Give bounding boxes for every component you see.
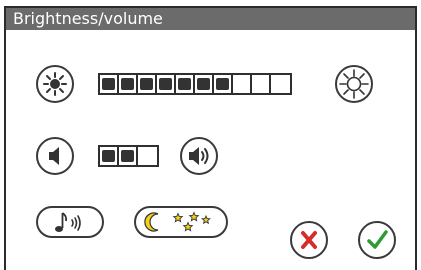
volume-segment-fill (102, 150, 115, 162)
volume-increase-button[interactable] (180, 137, 218, 175)
brightness-segment-fill (197, 78, 210, 90)
volume-segment-fill (121, 150, 134, 162)
brightness-segment[interactable] (252, 75, 271, 93)
brightness-segment-fill (102, 78, 115, 90)
brightness-segment[interactable] (176, 75, 195, 93)
brightness-segment-fill (140, 78, 153, 90)
night-mode-button[interactable] (134, 206, 228, 238)
volume-segment[interactable] (119, 147, 138, 165)
brightness-segment[interactable] (271, 75, 290, 93)
volume-segment[interactable] (100, 147, 119, 165)
brightness-decrease-button[interactable] (36, 65, 74, 103)
star-icon (182, 221, 194, 232)
volume-decrease-button[interactable] (36, 137, 74, 175)
brightness-segment-fill (121, 78, 134, 90)
brightness-segment-fill (216, 78, 229, 90)
sound-mode-button[interactable] (36, 206, 104, 238)
brightness-segment[interactable] (100, 75, 119, 93)
brightness-segment[interactable] (138, 75, 157, 93)
brightness-segment[interactable] (233, 75, 252, 93)
star-icon (201, 214, 211, 225)
star-icon (172, 212, 184, 223)
cancel-button[interactable] (290, 221, 328, 259)
brightness-segment[interactable] (157, 75, 176, 93)
volume-segment[interactable] (138, 147, 157, 165)
brightness-level-bar[interactable] (98, 73, 292, 95)
confirm-button[interactable] (358, 221, 396, 259)
dialog-title: Brightness/volume (6, 8, 415, 30)
brightness-increase-button[interactable] (335, 65, 373, 103)
brightness-volume-dialog: Brightness/volume (4, 6, 417, 270)
brightness-segment[interactable] (195, 75, 214, 93)
brightness-segment[interactable] (214, 75, 233, 93)
volume-level-bar[interactable] (98, 145, 159, 167)
star-icon (188, 211, 200, 222)
brightness-segment-fill (159, 78, 172, 90)
brightness-segment[interactable] (119, 75, 138, 93)
brightness-segment-fill (178, 78, 191, 90)
